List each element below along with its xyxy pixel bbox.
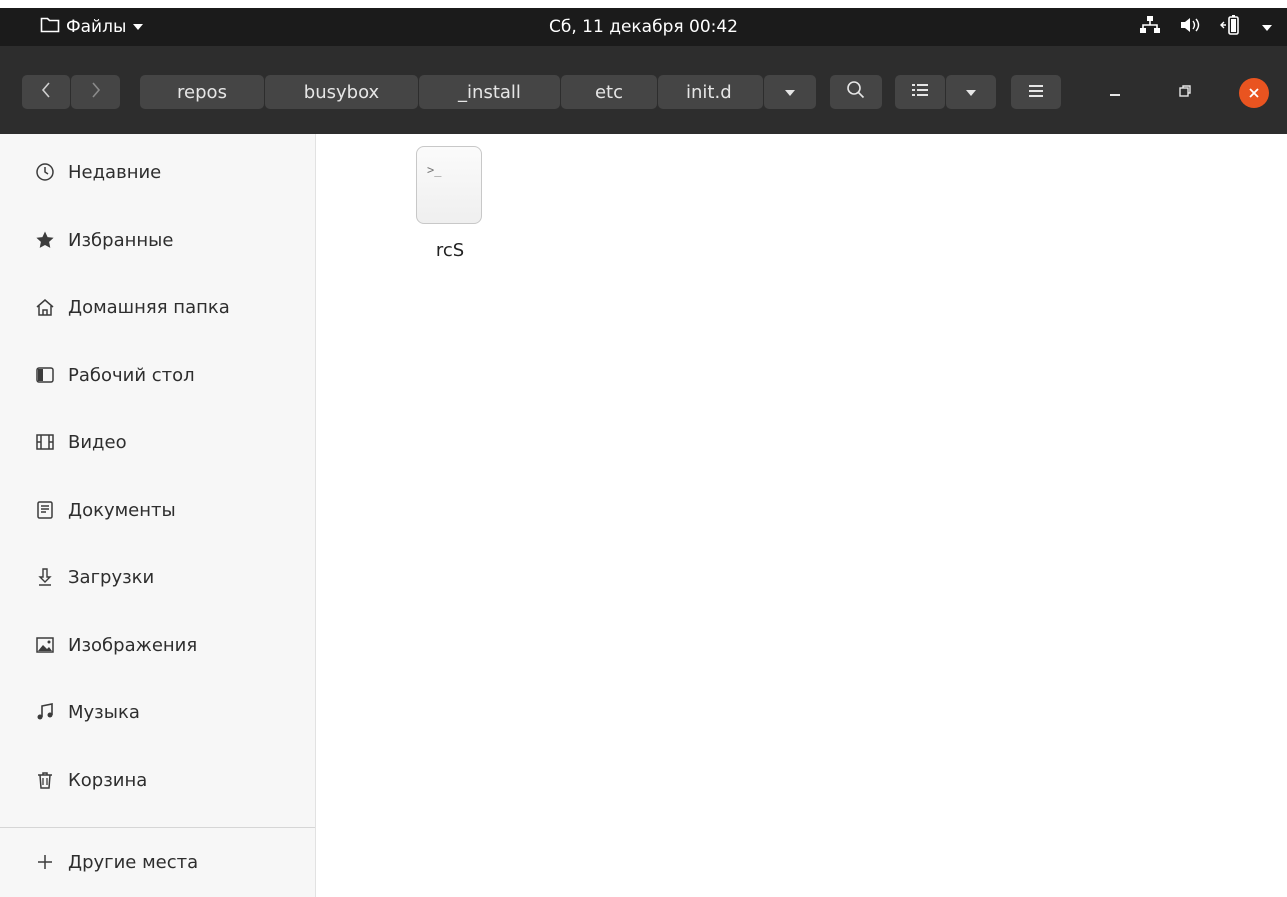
view-options-button[interactable]	[946, 75, 996, 109]
sidebar-item-label: Музыка	[68, 701, 140, 723]
file-view[interactable]: >_ rcS	[316, 134, 1287, 897]
back-button[interactable]	[22, 75, 70, 109]
desktop-icon	[34, 364, 56, 386]
breadcrumb-busybox[interactable]: busybox	[265, 75, 418, 109]
caret-down-icon	[784, 82, 796, 103]
home-icon	[34, 296, 56, 318]
caret-down-icon	[965, 82, 977, 103]
image-icon	[34, 634, 56, 656]
sidebar-item-label: Изображения	[68, 634, 198, 656]
breadcrumb-install[interactable]: _install	[419, 75, 560, 109]
minimize-icon	[1108, 83, 1122, 102]
close-icon	[1248, 84, 1260, 103]
minimize-button[interactable]	[1098, 75, 1132, 109]
sidebar-item-documents[interactable]: Документы	[0, 483, 315, 537]
file-item[interactable]: >_ rcS	[410, 146, 490, 266]
sidebar-item-label: Домашняя папка	[68, 296, 230, 318]
sidebar-item-other-places[interactable]: Другие места	[0, 835, 315, 889]
search-button[interactable]	[830, 75, 882, 109]
chevron-left-icon	[40, 81, 52, 104]
sidebar-item-recent[interactable]: Недавние	[0, 145, 315, 199]
sidebar-item-pictures[interactable]: Изображения	[0, 618, 315, 672]
document-icon	[34, 499, 56, 521]
sidebar-item-label: Загрузки	[68, 566, 155, 588]
sidebar-item-music[interactable]: Музыка	[0, 685, 315, 739]
system-tray[interactable]	[1139, 8, 1273, 46]
breadcrumb-init-d[interactable]: init.d	[658, 75, 763, 109]
sidebar-item-downloads[interactable]: Загрузки	[0, 550, 315, 604]
close-button[interactable]	[1239, 78, 1269, 108]
restore-button[interactable]	[1168, 75, 1202, 109]
app-menu-label: Файлы	[66, 17, 127, 37]
sidebar-item-label: Видео	[68, 431, 127, 453]
star-icon	[34, 229, 56, 251]
sidebar-item-desktop[interactable]: Рабочий стол	[0, 348, 315, 402]
system-menu-caret-icon[interactable]	[1261, 18, 1273, 37]
video-icon	[34, 431, 56, 453]
sidebar-item-label: Недавние	[68, 161, 162, 183]
sidebar-item-starred[interactable]: Избранные	[0, 213, 315, 267]
app-menu[interactable]: Файлы	[40, 8, 144, 46]
main-menu-button[interactable]	[1011, 75, 1061, 109]
breadcrumb-etc[interactable]: etc	[561, 75, 657, 109]
chevron-right-icon	[90, 81, 102, 104]
sidebar-divider	[0, 827, 315, 828]
hamburger-icon	[1028, 82, 1044, 103]
restore-icon	[1178, 83, 1192, 102]
sidebar-item-videos[interactable]: Видео	[0, 415, 315, 469]
music-icon	[34, 701, 56, 723]
volume-icon[interactable]	[1179, 16, 1201, 38]
network-icon[interactable]	[1139, 15, 1161, 39]
sidebar-item-label: Избранные	[68, 229, 174, 251]
sidebar-item-label: Рабочий стол	[68, 364, 195, 386]
top-system-bar: Файлы Сб, 11 декабря 00:42	[0, 8, 1287, 46]
sidebar-item-label: Документы	[68, 499, 176, 521]
sidebar-item-home[interactable]: Домашняя папка	[0, 280, 315, 334]
search-icon	[846, 80, 866, 105]
forward-button[interactable]	[71, 75, 120, 109]
clock-icon	[34, 161, 56, 183]
terminal-prompt-icon: >_	[427, 163, 442, 177]
caret-down-icon	[132, 17, 144, 37]
breadcrumb-repos[interactable]: repos	[140, 75, 264, 109]
trash-icon	[34, 769, 56, 791]
sidebar-item-trash[interactable]: Корзина	[0, 753, 315, 807]
battery-icon[interactable]	[1219, 14, 1243, 40]
folder-icon	[40, 16, 60, 39]
header-bar: repos busybox _install etc init.d	[0, 46, 1287, 134]
script-file-icon: >_	[416, 146, 482, 224]
clock-datetime[interactable]: Сб, 11 декабря 00:42	[549, 17, 738, 37]
path-menu-button[interactable]	[764, 75, 816, 109]
sidebar: Недавние Избранные Домашняя папка Рабочи…	[0, 134, 316, 897]
file-name: rcS	[435, 240, 465, 261]
view-list-button[interactable]	[895, 75, 945, 109]
plus-icon	[34, 851, 56, 873]
sidebar-item-label: Корзина	[68, 769, 148, 791]
sidebar-item-label: Другие места	[68, 851, 199, 873]
list-view-icon	[911, 82, 929, 103]
download-icon	[34, 566, 56, 588]
